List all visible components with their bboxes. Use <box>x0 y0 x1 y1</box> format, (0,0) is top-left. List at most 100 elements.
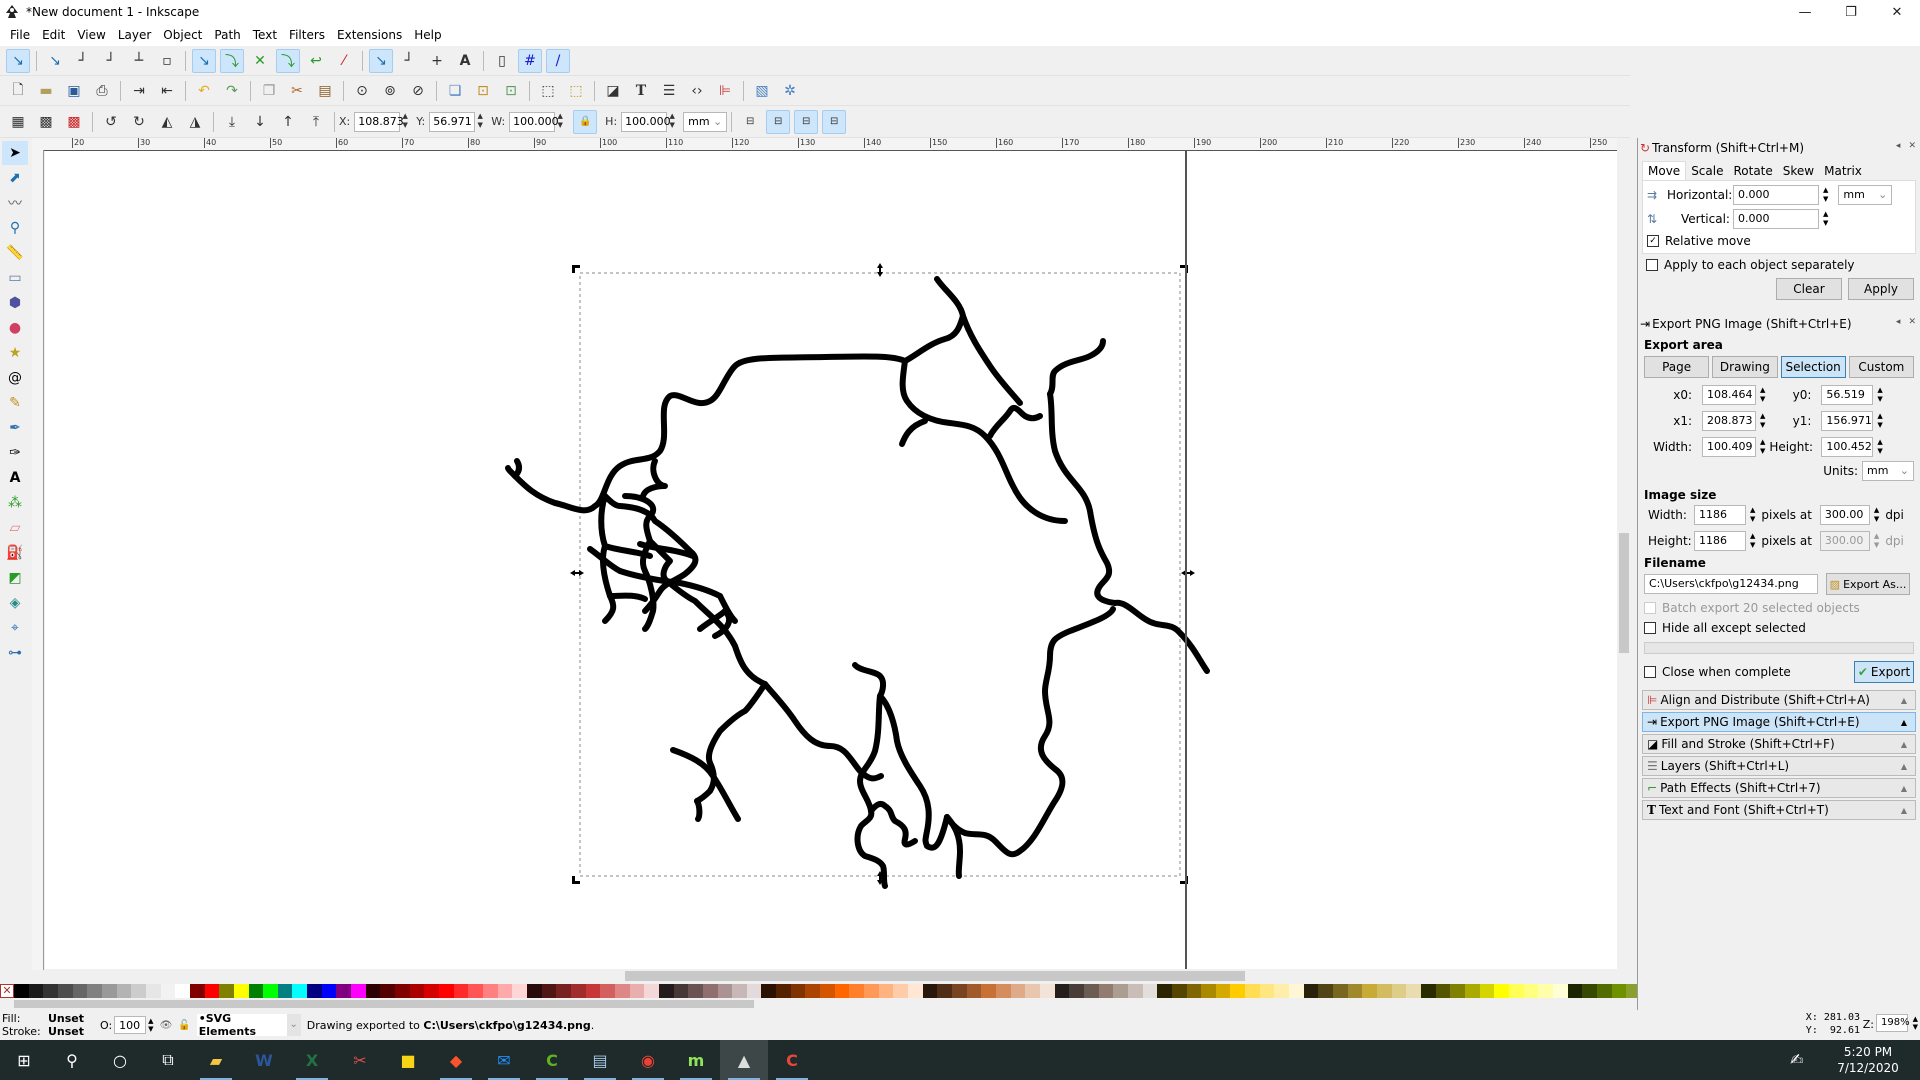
color-swatch[interactable] <box>526 984 542 998</box>
file-explorer-icon[interactable]: ▰ <box>192 1040 240 1080</box>
snipping-icon[interactable]: ✂ <box>336 1040 384 1080</box>
stroke-value[interactable]: Unset <box>48 1025 96 1038</box>
relative-move-checkbox[interactable]: ✓ Relative move <box>1647 231 1911 251</box>
color-swatch[interactable] <box>1435 984 1451 998</box>
snap-center-icon[interactable]: ┘ <box>397 49 421 73</box>
transform-unit-select[interactable]: mm ⌄ <box>1838 185 1893 205</box>
color-swatch[interactable] <box>1010 984 1026 998</box>
snap-bbox-center-icon[interactable]: ▫ <box>155 49 179 73</box>
dock-layers[interactable]: ☰ Layers (Shift+Ctrl+L) ▲ <box>1642 756 1916 776</box>
measure-tool-icon[interactable]: 📏 <box>2 241 28 265</box>
lower-icon[interactable]: ↓ <box>248 110 272 134</box>
menu-edit[interactable]: Edit <box>36 28 71 42</box>
color-swatch[interactable] <box>952 984 967 998</box>
transform-gradients-icon[interactable]: ⊟ <box>794 109 819 134</box>
search-icon[interactable]: ⚲ <box>48 1040 96 1080</box>
color-swatch[interactable] <box>1201 984 1216 998</box>
snap-nodes-icon[interactable]: ↘ <box>192 48 216 73</box>
eraser-tool-icon[interactable]: ▱ <box>2 516 28 540</box>
color-swatch[interactable] <box>790 984 806 998</box>
w-input[interactable]: 100.000 <box>509 111 559 132</box>
color-swatch[interactable] <box>1318 984 1334 998</box>
import-icon[interactable]: ⇥ <box>127 79 151 103</box>
area-custom-button[interactable]: Custom <box>1848 356 1914 378</box>
close-dialog-button[interactable]: ✕ <box>1908 141 1916 151</box>
zoom-drawing-icon[interactable]: ⊚ <box>378 79 402 103</box>
filename-input[interactable]: C:\Users\ckfpo\g12434.png <box>1644 574 1818 594</box>
node-tool-icon[interactable]: ⬈ <box>2 166 28 190</box>
select-all-icon[interactable]: ▦ <box>6 110 30 134</box>
lock-ratio-icon[interactable]: 🔒 <box>573 109 598 134</box>
horizontal-input[interactable]: 0.000 <box>1733 185 1819 205</box>
align-icon[interactable]: ⊫ <box>713 79 737 103</box>
dock-text-font[interactable]: T Text and Font (Shift+Ctrl+T) ▲ <box>1642 800 1916 820</box>
color-swatch[interactable] <box>365 984 381 998</box>
y1-input[interactable]: 156.971 <box>1821 411 1874 431</box>
open-icon[interactable]: ▬ <box>34 79 58 103</box>
color-swatch[interactable] <box>439 984 454 998</box>
unit-select[interactable]: mm ⌄ <box>683 111 728 132</box>
rotate-cw-icon[interactable]: ↻ <box>127 110 151 134</box>
zoom-page-icon[interactable]: ⊘ <box>406 79 430 103</box>
x1-input[interactable]: 208.873 <box>1702 411 1756 431</box>
color-swatch[interactable] <box>1098 984 1114 998</box>
rectangle-tool-icon[interactable]: ▭ <box>2 266 28 290</box>
tab-scale[interactable]: Scale <box>1686 162 1728 180</box>
color-swatch[interactable] <box>864 984 879 998</box>
minimize-button[interactable]: — <box>1782 0 1828 24</box>
color-swatch[interactable] <box>658 984 674 998</box>
menu-path[interactable]: Path <box>208 28 246 42</box>
snap-rotation-center-icon[interactable]: + <box>425 49 449 73</box>
scale-stroke-icon[interactable]: ⊟ <box>738 110 762 134</box>
area-height-spinner[interactable]: ▲ ▼ <box>1877 438 1882 456</box>
text-font-icon[interactable]: T <box>629 79 653 103</box>
dock-fill-stroke[interactable]: ◪ Fill and Stroke (Shift+Ctrl+F) ▲ <box>1642 734 1916 754</box>
color-swatch[interactable] <box>483 984 498 998</box>
color-swatch[interactable] <box>145 984 161 998</box>
connector-tool-icon[interactable]: ⊶ <box>2 641 28 665</box>
menu-object[interactable]: Object <box>157 28 208 42</box>
export-icon[interactable]: ⇤ <box>155 79 179 103</box>
fill-stroke-indicator[interactable]: Unset Unset <box>48 1012 96 1038</box>
task-view-icon[interactable]: ⧉ <box>144 1040 192 1080</box>
menu-filters[interactable]: Filters <box>283 28 331 42</box>
save-icon[interactable]: ▣ <box>62 79 86 103</box>
apply-each-checkbox[interactable]: Apply to each object separately <box>1638 254 1920 276</box>
color-swatch[interactable] <box>1391 984 1407 998</box>
clone-icon[interactable]: ⊡ <box>471 79 495 103</box>
color-swatch[interactable] <box>1421 984 1436 998</box>
export-as-button[interactable]: ▨ Export As... <box>1826 573 1910 595</box>
color-swatch[interactable] <box>702 984 718 998</box>
ungroup-icon[interactable]: ⬚ <box>564 79 588 103</box>
color-swatch[interactable] <box>644 984 659 998</box>
color-swatch[interactable] <box>336 984 352 998</box>
opacity-spinner[interactable]: ▲ ▼ <box>148 1017 153 1033</box>
duplicate-icon[interactable]: ❏ <box>443 79 467 103</box>
color-swatch[interactable] <box>57 984 73 998</box>
new-icon[interactable]: 🗋 <box>6 79 30 103</box>
selector-tool-icon[interactable]: ➤ <box>2 141 28 165</box>
color-swatch[interactable] <box>878 984 894 998</box>
palette-scroll-thumb[interactable] <box>14 1000 754 1008</box>
vertical-ruler[interactable] <box>32 150 44 970</box>
color-swatch[interactable] <box>1303 984 1319 998</box>
color-swatch[interactable] <box>1377 984 1392 998</box>
color-swatch[interactable] <box>453 984 469 998</box>
word-icon[interactable]: W <box>240 1040 288 1080</box>
hide-except-selected-checkbox[interactable]: Hide all except selected <box>1644 618 1914 638</box>
color-swatch[interactable] <box>1289 984 1304 998</box>
color-swatch[interactable] <box>556 984 571 998</box>
snap-grid-icon[interactable]: # <box>518 48 542 73</box>
sticky-notes-icon[interactable]: ■ <box>384 1040 432 1080</box>
color-swatch[interactable] <box>409 984 425 998</box>
color-swatch[interactable] <box>1347 984 1363 998</box>
y1-spinner[interactable]: ▲ ▼ <box>1877 412 1882 430</box>
color-swatch[interactable] <box>1245 984 1260 998</box>
color-swatch[interactable] <box>175 984 190 998</box>
palette-scrollbar[interactable] <box>0 998 1920 1010</box>
h-input[interactable]: 100.000 <box>621 111 671 132</box>
color-swatch[interactable] <box>233 984 249 998</box>
color-swatch[interactable] <box>688 984 703 998</box>
color-swatch[interactable] <box>1113 984 1128 998</box>
relative-move-check-icon[interactable]: ✓ <box>1647 235 1659 247</box>
